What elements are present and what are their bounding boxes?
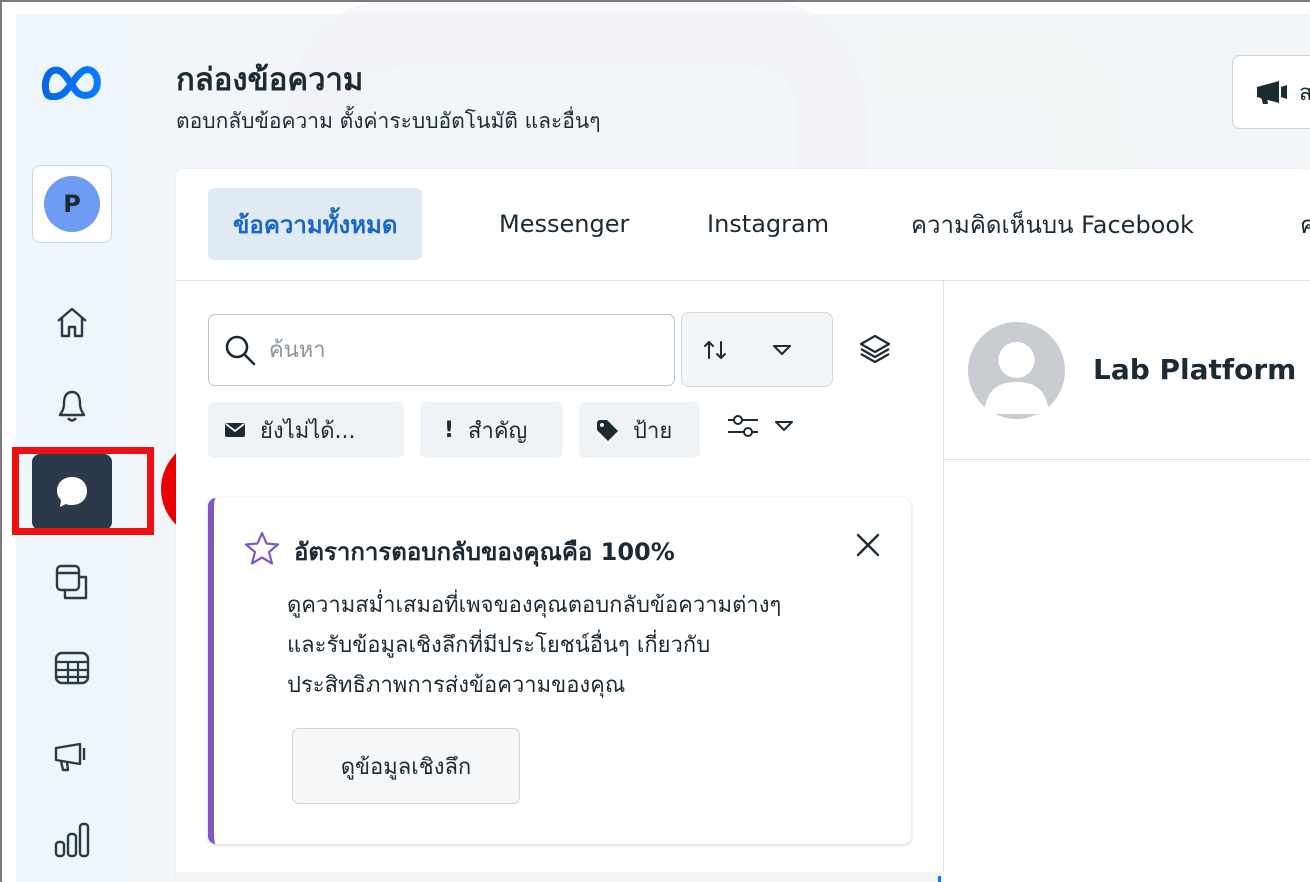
page-title: กล่องข้อความ [176, 62, 364, 98]
bell-icon[interactable] [16, 388, 128, 424]
sliders-icon [728, 415, 758, 437]
chat-bubble-icon [57, 477, 87, 507]
notice-body: ดูความสม่ำเสมอที่เพจของคุณตอบกลับข้อความ… [287, 586, 907, 706]
sort-dropdown[interactable] [681, 312, 833, 387]
tab-all-messages[interactable]: ข้อความทั้งหมด [208, 188, 423, 260]
exclamation-icon: ! [444, 417, 455, 443]
notice-body-line: ดูความสม่ำเสมอที่เพจของคุณตอบกลับข้อความ… [287, 593, 782, 618]
meta-logo-icon[interactable] [16, 64, 128, 100]
response-rate-notice: อัตราการตอบกลับของคุณคือ 100% ดูความสม่ำ… [208, 498, 911, 844]
megaphone-icon [1257, 81, 1287, 104]
close-icon[interactable] [854, 531, 882, 563]
tag-icon [597, 420, 618, 441]
table-icon[interactable] [16, 648, 128, 688]
tab-instagram[interactable]: Instagram [707, 188, 829, 260]
filter-important-label: สำคัญ [468, 418, 528, 444]
inbox-nav-button[interactable] [32, 454, 112, 530]
app-window: P 27 กล่องข้อความ ตอบกลับข้อความ ตั้งค่า… [0, 0, 1310, 882]
search-input-container[interactable] [208, 314, 675, 386]
filter-important-chip[interactable]: ! สำคัญ [420, 402, 563, 458]
filter-labels-label: ป้าย [633, 418, 673, 444]
contact-name: Lab Platform [1093, 353, 1297, 386]
search-input[interactable] [269, 337, 649, 363]
home-icon[interactable] [16, 304, 128, 340]
notice-title: อัตราการตอบกลับของคุณคือ 100% [294, 538, 675, 566]
notice-body-line: ประสิทธิภาพการส่งข้อความของคุณ [287, 673, 626, 698]
search-icon [225, 335, 256, 366]
envelope-icon [225, 423, 245, 437]
scrollbar[interactable] [938, 876, 941, 882]
tab-messenger[interactable]: Messenger [499, 188, 629, 260]
filter-unread-chip[interactable]: ยังไม่ได้... [208, 402, 404, 458]
avatar: P [44, 176, 100, 232]
page-profile-switcher[interactable]: P [32, 165, 112, 243]
tab-more[interactable]: ค [1300, 188, 1310, 260]
avatar[interactable] [968, 322, 1065, 419]
default-user-icon [984, 342, 1049, 414]
view-insights-button[interactable]: ดูข้อมูลเชิงลึก [292, 728, 520, 804]
advanced-filter-dropdown[interactable] [726, 414, 794, 438]
notice-body-line: และรับข้อมูลเชิงลึกที่มีประโยชน์อื่นๆ เก… [287, 633, 711, 658]
chevron-down-icon [775, 421, 793, 431]
list-footer [176, 872, 944, 882]
pane-divider [943, 281, 944, 882]
pages-icon[interactable] [16, 562, 128, 602]
filter-unread-label: ยังไม่ได้... [260, 418, 356, 444]
page-subtitle: ตอบกลับข้อความ ตั้งค่าระบบอัตโนมัติ และอ… [176, 109, 601, 133]
sort-icon [704, 340, 726, 359]
promote-button[interactable]: ส [1232, 55, 1310, 129]
star-icon [244, 531, 280, 569]
filter-labels-chip[interactable]: ป้าย [579, 402, 700, 458]
megaphone-icon[interactable] [16, 736, 128, 776]
conversation-header-divider [944, 459, 1310, 460]
chevron-down-icon [773, 344, 791, 355]
bar-chart-icon[interactable] [16, 820, 128, 860]
tab-facebook-comments[interactable]: ความคิดเห็นบน Facebook [911, 188, 1194, 260]
promote-button-label: ส [1299, 75, 1310, 110]
layers-icon[interactable] [858, 332, 892, 370]
